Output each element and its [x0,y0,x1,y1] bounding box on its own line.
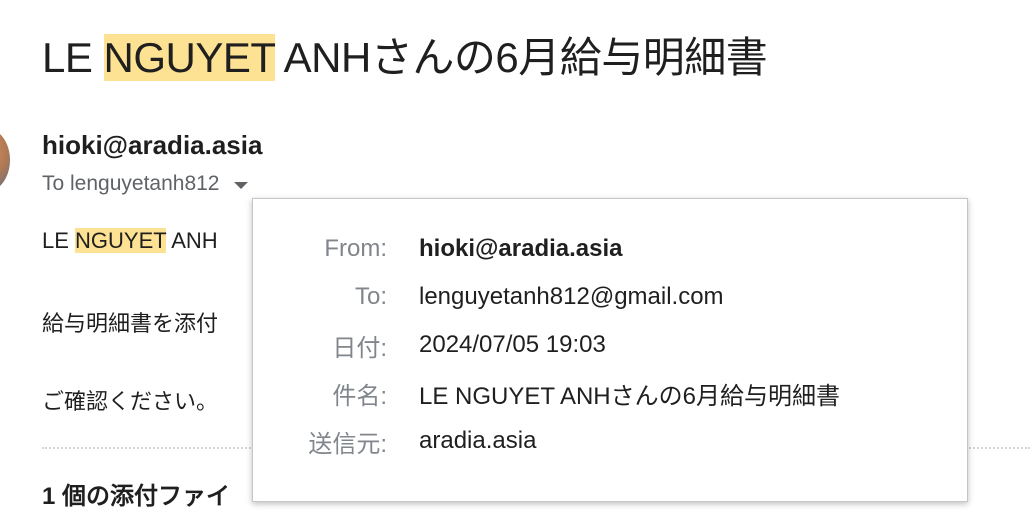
details-value-to: lenguyetanh812@gmail.com [419,283,724,310]
body-search-highlight: NGUYET [75,228,167,253]
details-label-subject: 件名: [332,382,387,410]
details-value-subject: LE NGUYET ANHさんの6月給与明細書 [419,382,840,410]
subject-search-highlight: NGUYET [103,34,275,81]
details-label-from: From: [324,235,387,262]
details-value-mailed-by: aradia.asia [419,427,537,454]
details-label-date: 日付: [332,334,387,362]
message-details-popup: From: hioki@aradia.asia To: lenguyetanh8… [252,198,968,502]
details-label-mailed-by: 送信元: [308,430,387,458]
details-row-subject: 件名: LE NGUYET ANHさんの6月給与明細書 [253,373,967,413]
details-value-from: hioki@aradia.asia [419,235,623,262]
details-row-from: From: hioki@aradia.asia [253,229,967,269]
details-row-date: 日付: 2024/07/05 19:03 [253,325,967,365]
caret-down-icon[interactable] [233,181,248,189]
body-line-attachment-note: 給与明細書を添付 [42,311,219,336]
subject-text-start: LE [42,34,104,81]
subject-text-end: ANHさんの6月給与明細書 [274,34,768,81]
sender-email[interactable]: hioki@aradia.asia [42,130,262,161]
details-label-to: To: [354,283,387,310]
details-row-to: To: lenguyetanh812@gmail.com [253,277,967,317]
body-line-confirm: ご確認ください。 [42,389,219,414]
body-line-greeting: LE NGUYET ANH [42,228,218,254]
email-subject: LE NGUYET ANHさんの6月給与明細書 [42,30,768,86]
attachments-title: 1 個の添付ファイ [42,483,231,510]
body-greeting-start: LE [42,228,76,253]
sender-avatar[interactable] [0,128,10,192]
recipients-label: To lenguyetanh812 [42,172,220,195]
details-value-date: 2024/07/05 19:03 [419,331,606,358]
recipients-toggle[interactable]: To lenguyetanh812 [42,172,248,196]
details-row-mailed-by: 送信元: aradia.asia [253,421,967,461]
body-greeting-end: ANH [166,228,218,253]
